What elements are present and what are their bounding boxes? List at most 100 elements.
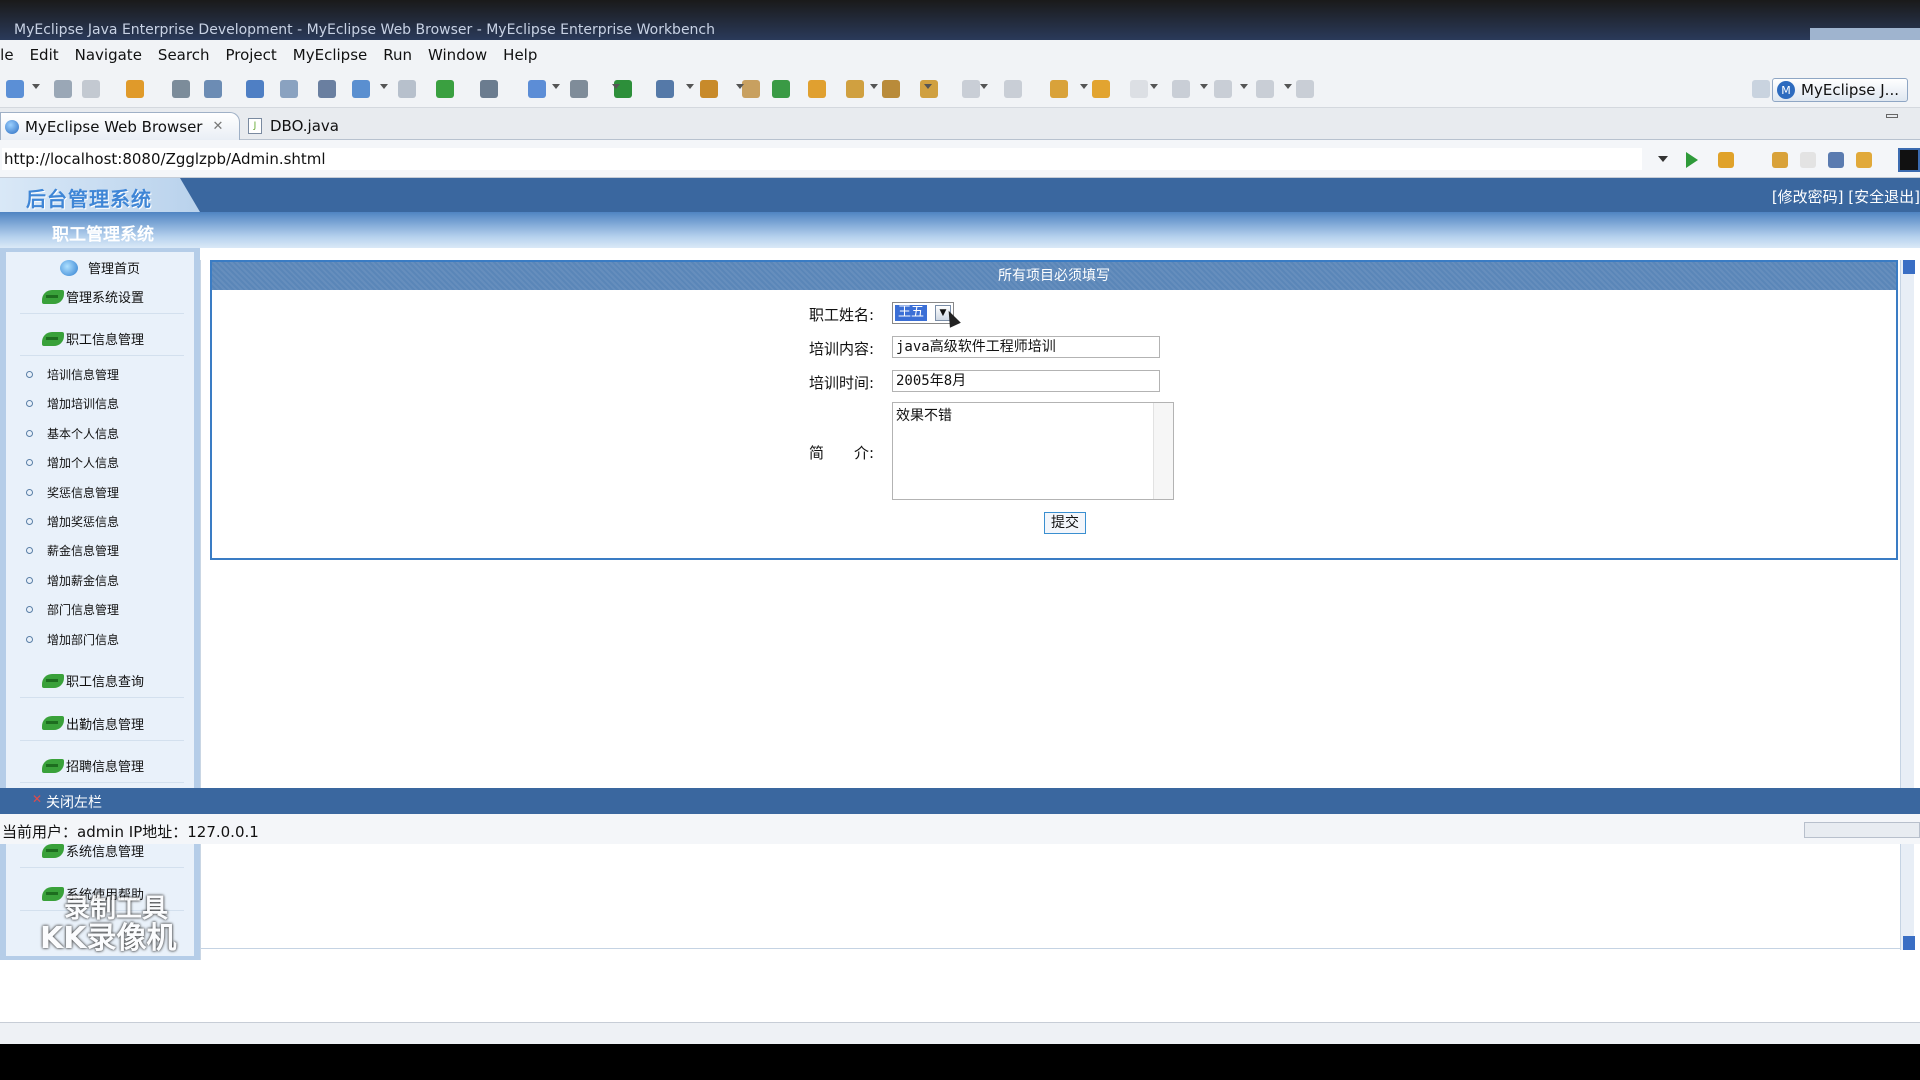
toolbar-button-icon[interactable] <box>204 80 222 98</box>
toolbar-button-icon[interactable] <box>962 80 980 98</box>
textarea-scrollbar[interactable] <box>1153 403 1173 499</box>
toolbar-button-icon[interactable] <box>82 80 100 98</box>
toolbar-button-icon[interactable] <box>246 80 264 98</box>
submit-button[interactable]: 提交 <box>1044 512 1086 534</box>
menu-item-4[interactable]: Project <box>217 46 284 64</box>
toolbar-button-icon[interactable] <box>656 80 674 98</box>
toolbar-button-icon[interactable] <box>1296 80 1314 98</box>
sidebar-home[interactable]: 管理首页 <box>60 258 140 277</box>
toolbar-button-icon[interactable] <box>846 80 864 98</box>
dropdown-arrow-icon[interactable] <box>1080 84 1088 89</box>
perspective-switcher[interactable]: M MyEclipse J... <box>1772 78 1908 102</box>
sidebar-item[interactable]: 基本个人信息 <box>26 425 119 442</box>
sidebar-item[interactable]: 培训信息管理 <box>26 366 119 383</box>
forward-icon[interactable] <box>1800 152 1816 168</box>
tab-web-browser[interactable]: MyEclipse Web Browser ✕ <box>0 112 240 140</box>
toolbar-button-icon[interactable] <box>772 80 790 98</box>
training-time-input[interactable]: 2005年8月 <box>892 370 1160 392</box>
sidebar-section[interactable]: 职工信息管理 <box>20 322 184 356</box>
menu-item-7[interactable]: Window <box>420 46 495 64</box>
toolbar-button-icon[interactable] <box>1256 80 1274 98</box>
toolbar-button-icon[interactable] <box>1050 80 1068 98</box>
toolbar-button-icon[interactable] <box>920 80 938 98</box>
menu-item-5[interactable]: MyEclipse <box>285 46 375 64</box>
sidebar-item[interactable]: 增加个人信息 <box>26 454 119 471</box>
toolbar-button-icon[interactable] <box>126 80 144 98</box>
dropdown-arrow-icon[interactable] <box>870 84 878 89</box>
dropdown-arrow-icon[interactable] <box>552 84 560 89</box>
dropdown-arrow-icon[interactable] <box>612 84 620 89</box>
page-scrollbar[interactable] <box>1900 260 1915 950</box>
open-perspective-icon[interactable] <box>1752 80 1770 98</box>
scroll-up-icon[interactable] <box>1903 260 1915 274</box>
minimize-icon[interactable] <box>1886 114 1898 118</box>
sidebar-item[interactable]: 增加部门信息 <box>26 631 119 648</box>
dropdown-arrow-icon[interactable] <box>1240 84 1248 89</box>
toolbar-button-icon[interactable] <box>54 80 72 98</box>
toolbar-button-icon[interactable] <box>882 80 900 98</box>
sidebar-section[interactable]: 招聘信息管理 <box>20 749 184 784</box>
dropdown-arrow-icon[interactable] <box>736 84 744 89</box>
toolbar-button-icon[interactable] <box>1214 80 1232 98</box>
menu-item-3[interactable]: Search <box>150 46 218 64</box>
toolbar-button-icon[interactable] <box>808 80 826 98</box>
toolbar-button-icon[interactable] <box>172 80 190 98</box>
bullet-icon <box>26 400 33 408</box>
toolbar-button-icon[interactable] <box>570 80 588 98</box>
sidebar-item[interactable]: 部门信息管理 <box>26 601 119 618</box>
menu-item-6[interactable]: Run <box>375 46 420 64</box>
toolbar-button-icon[interactable] <box>700 80 718 98</box>
dropdown-arrow-icon[interactable] <box>686 84 694 89</box>
toolbar-button-icon[interactable] <box>398 80 416 98</box>
url-history-dropdown-icon[interactable] <box>1658 156 1668 162</box>
back-icon[interactable] <box>1772 152 1788 168</box>
toolbar-button-icon[interactable] <box>1130 80 1148 98</box>
dropdown-arrow-icon[interactable] <box>1150 84 1158 89</box>
tab-dbo-java[interactable]: J DBO.java <box>244 112 364 140</box>
toolbar-button-icon[interactable] <box>1004 80 1022 98</box>
dropdown-arrow-icon[interactable] <box>32 84 40 89</box>
header-links[interactable]: [修改密码] [安全退出] <box>1772 186 1920 207</box>
stop-icon[interactable] <box>1828 152 1844 168</box>
toolbar-button-icon[interactable] <box>742 80 760 98</box>
toolbar-button-icon[interactable] <box>1172 80 1190 98</box>
dropdown-arrow-icon[interactable] <box>980 84 988 89</box>
close-left-panel-link[interactable]: 关闭左栏 <box>46 792 102 812</box>
sidebar-item[interactable]: 薪金信息管理 <box>26 542 119 559</box>
favorites-icon[interactable] <box>1718 152 1734 168</box>
intro-textarea[interactable]: 效果不错 <box>892 402 1174 500</box>
sidebar-item[interactable]: 增加薪金信息 <box>26 572 119 589</box>
toolbar-button-icon[interactable] <box>318 80 336 98</box>
window-controls[interactable] <box>1810 28 1920 40</box>
dropdown-arrow-icon[interactable] <box>924 84 932 89</box>
url-input[interactable]: http://localhost:8080/Zgglzpb/Admin.shtm… <box>2 148 1642 170</box>
toolbar-button-icon[interactable] <box>1092 80 1110 98</box>
menu-item-8[interactable]: Help <box>495 46 545 64</box>
sidebar-section[interactable]: 职工信息查询 <box>20 664 184 698</box>
toolbar-button-icon[interactable] <box>528 80 546 98</box>
menu-item-2[interactable]: Navigate <box>67 46 150 64</box>
menu-item-1[interactable]: Edit <box>22 46 67 64</box>
sidebar-section[interactable]: 管理系统设置 <box>20 280 184 314</box>
close-icon[interactable]: ✕ <box>32 792 42 806</box>
sidebar-section[interactable]: 出勤信息管理 <box>20 707 184 741</box>
menu-item-0[interactable]: ile <box>0 46 22 64</box>
sidebar-item[interactable]: 奖惩信息管理 <box>26 484 119 501</box>
toolbar-button-icon[interactable] <box>436 80 454 98</box>
view-menu-icon[interactable] <box>1898 148 1920 172</box>
dropdown-arrow-icon[interactable] <box>380 84 388 89</box>
scroll-down-icon[interactable] <box>1903 936 1915 950</box>
sidebar-item[interactable]: 增加奖惩信息 <box>26 513 119 530</box>
sidebar-item[interactable]: 增加培训信息 <box>26 395 119 412</box>
go-icon[interactable] <box>1686 152 1698 168</box>
close-icon[interactable]: ✕ <box>212 119 223 134</box>
training-content-input[interactable]: java高级软件工程师培训 <box>892 336 1160 358</box>
dropdown-arrow-icon[interactable] <box>1200 84 1208 89</box>
toolbar-button-icon[interactable] <box>352 80 370 98</box>
toolbar-button-icon[interactable] <box>6 80 24 98</box>
toolbar-button-icon[interactable] <box>480 80 498 98</box>
dropdown-arrow-icon[interactable] <box>1284 84 1292 89</box>
refresh-icon[interactable] <box>1856 152 1872 168</box>
toolbar-button-icon[interactable] <box>614 80 632 98</box>
toolbar-button-icon[interactable] <box>280 80 298 98</box>
